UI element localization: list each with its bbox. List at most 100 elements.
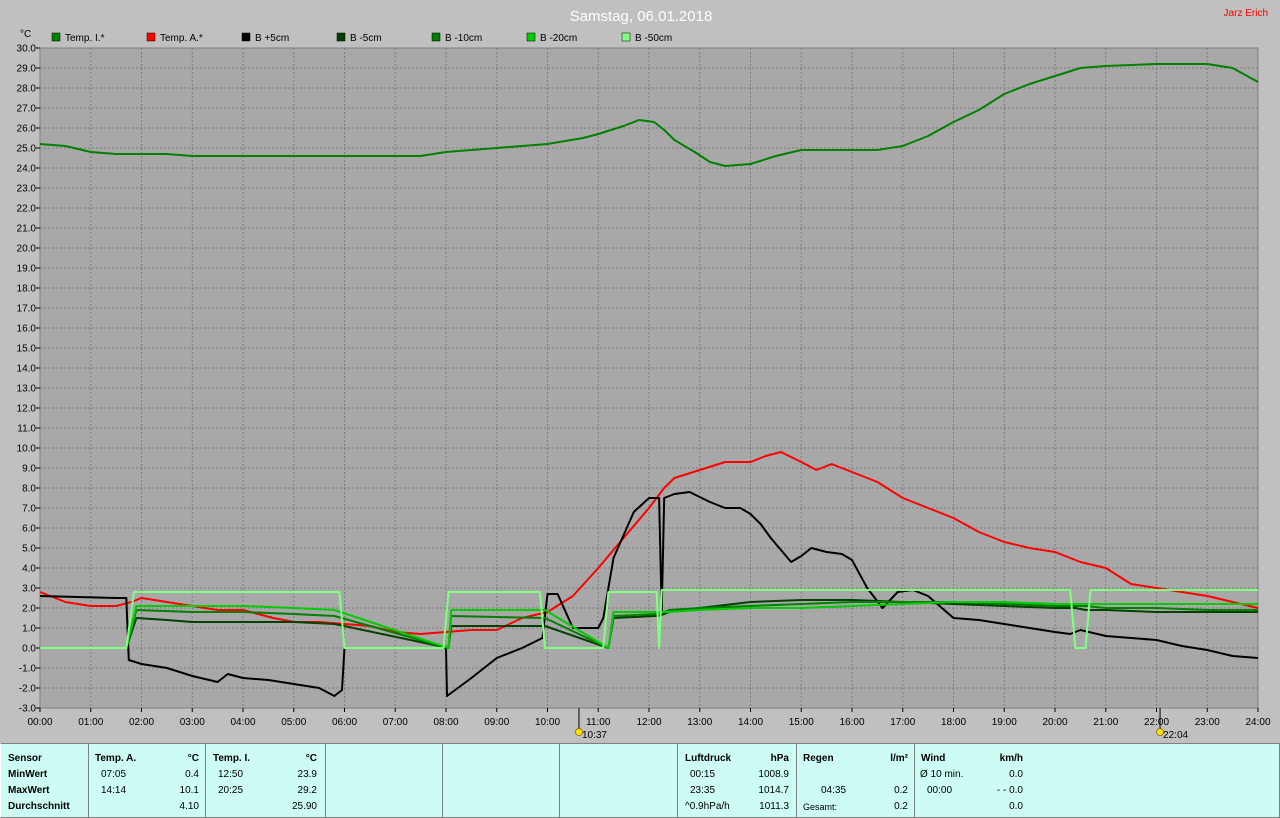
pressure-min-value: 1008.9 [758,769,789,780]
y-tick-label: 26.0 [17,124,37,135]
rain-unit: l/m² [890,753,908,764]
y-tick-label: 0.0 [22,644,36,655]
x-tick-label: 18:00 [941,717,966,728]
y-tick-label: 25.0 [17,144,37,155]
marker-label: 10:37 [582,730,607,741]
legend-swatch [431,32,441,42]
temp-a-average: 4.10 [179,801,199,812]
sensor-header: Sensor [8,753,42,764]
temp-a-max-value: 10.1 [179,785,199,796]
legend-swatch [526,32,536,42]
y-tick-label: 3.0 [22,584,36,595]
marker-label: 22:04 [1163,730,1188,741]
temp-i-unit: °C [305,753,317,764]
pressure-max-value: 1014.7 [758,785,789,796]
y-tick-label: 15.0 [17,344,37,355]
x-tick-label: 07:00 [383,717,408,728]
legend-label: B -10cm [445,33,482,44]
wind-header: Wind [921,753,946,764]
x-tick-label: 03:00 [180,717,205,728]
row-label-min: MinWert [8,769,48,780]
y-tick-label: 18.0 [17,284,37,295]
empty-column-1 [326,744,443,817]
y-axis-unit-label: °C [20,29,31,40]
legend-swatch [336,32,346,42]
x-tick-label: 09:00 [484,717,509,728]
y-tick-label: 1.0 [22,624,36,635]
x-tick-label: 17:00 [890,717,915,728]
pressure-unit: hPa [770,753,789,764]
temp-i-column: Temp. I. °C 12:50 23.9 20:25 29.2 25.90 [206,744,326,817]
temp-a-unit: °C [187,753,199,764]
rain-total-label: Gesamt: [803,802,838,812]
x-tick-label: 08:00 [433,717,458,728]
temp-i-max-value: 29.2 [297,785,317,796]
y-tick-label: 8.0 [22,484,36,495]
y-tick-label: 28.0 [17,84,37,95]
y-tick-label: -1.0 [19,664,37,675]
pressure-min-time: 00:15 [690,769,716,780]
y-tick-label: 7.0 [22,504,36,515]
wind-average: 0.0 [1009,801,1023,812]
y-tick-label: 10.0 [17,444,37,455]
rain-header: Regen [803,753,834,764]
y-tick-label: 11.0 [17,424,36,435]
temp-a-max-time: 14:14 [101,785,127,796]
y-tick-label: 14.0 [17,364,37,375]
row-label-max: MaxWert [8,785,50,796]
temp-i-header: Temp. I. [213,753,251,764]
rain-column: Regen l/m² 04:35 0.2 Gesamt: 0.2 [797,744,915,817]
legend-label: Temp. I.* [65,33,105,44]
y-tick-label: 16.0 [17,324,37,335]
pressure-header: Luftdruck [685,753,732,764]
y-tick-label: 20.0 [17,244,37,255]
y-tick-label: 22.0 [17,204,37,215]
wind-max-value: - - 0.0 [996,785,1023,796]
legend-swatch [146,32,156,42]
pressure-trend-label: ^0.9hPa/h [685,801,730,812]
y-tick-label: -3.0 [19,704,37,715]
y-tick-label: 17.0 [17,304,37,315]
y-tick-label: 6.0 [22,524,36,535]
temp-a-min-value: 0.4 [185,769,199,780]
pressure-max-time: 23:35 [690,785,716,796]
sensor-column: Sensor MinWert MaxWert Durchschnitt [1,744,89,817]
x-tick-label: 00:00 [27,717,52,728]
legend-label: B -5cm [350,33,382,44]
rain-max-value: 0.2 [894,785,908,796]
temp-a-header: Temp. A. [95,753,137,764]
empty-column-2 [443,744,560,817]
x-tick-label: 16:00 [839,717,864,728]
y-tick-label: 27.0 [17,104,37,115]
x-tick-label: 02:00 [129,717,154,728]
y-tick-label: 19.0 [17,264,37,275]
wind-min-value: 0.0 [1009,769,1023,780]
wind-unit: km/h [999,753,1023,764]
y-tick-label: -2.0 [19,684,37,695]
x-tick-label: 06:00 [332,717,357,728]
y-tick-label: 30.0 [17,44,37,55]
empty-column-3 [560,744,678,817]
x-tick-label: 20:00 [1042,717,1067,728]
legend-swatch [241,32,251,42]
x-tick-label: 13:00 [687,717,712,728]
y-tick-label: 13.0 [17,384,37,395]
y-tick-label: 4.0 [22,564,36,575]
x-tick-label: 05:00 [281,717,306,728]
x-tick-label: 14:00 [738,717,763,728]
chart-title: Samstag, 06.01.2018 [570,8,713,25]
legend-label: Temp. A.* [160,33,203,44]
y-tick-label: 29.0 [17,64,37,75]
rain-total-value: 0.2 [894,801,908,812]
legend-swatch [621,32,631,42]
x-tick-label: 04:00 [230,717,255,728]
temp-i-max-time: 20:25 [218,785,244,796]
x-tick-label: 01:00 [78,717,103,728]
y-tick-label: 5.0 [22,544,36,555]
legend-label: B -20cm [540,33,577,44]
temp-a-min-time: 07:05 [101,769,127,780]
row-label-avg: Durchschnitt [8,801,70,812]
x-tick-label: 23:00 [1195,717,1220,728]
y-tick-label: 21.0 [17,224,37,235]
x-tick-label: 19:00 [992,717,1017,728]
